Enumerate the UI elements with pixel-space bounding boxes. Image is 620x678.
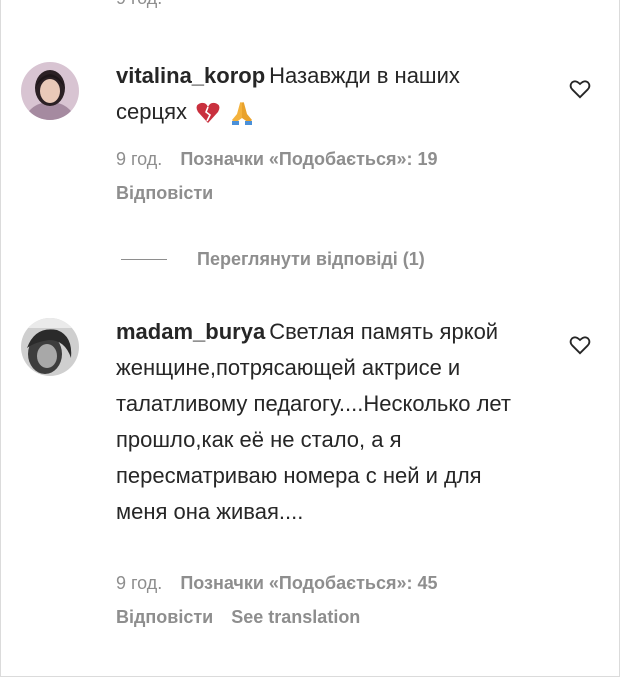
broken-heart-icon: [196, 103, 220, 124]
comment-username[interactable]: madam_burya: [116, 319, 265, 344]
comment-meta: 9 год. Позначки «Подобається»: 45 Відпові…: [116, 566, 546, 634]
avatar-image: [21, 318, 79, 376]
previous-comment-time: 9 год.: [116, 0, 162, 9]
comments-panel: 9 год. vitalina_koropНазавжди в наших се…: [0, 0, 620, 677]
view-replies-label: Переглянути відповіді (1): [197, 248, 425, 269]
see-translation-button[interactable]: See translation: [231, 607, 360, 627]
avatar-image: [21, 62, 79, 120]
comment-username[interactable]: vitalina_korop: [116, 63, 265, 88]
comment-time[interactable]: 9 год.: [116, 573, 162, 593]
reply-button[interactable]: Відповісти: [116, 183, 213, 203]
comment-body: vitalina_korop Назавжди в наших серцях: [116, 58, 536, 130]
comment-body: madam_burya Светлая память яркой женщине,…: [116, 314, 536, 530]
comment-text: Светлая память яркой женщине,потрясающей…: [116, 319, 512, 524]
heart-like-icon[interactable]: [569, 79, 591, 99]
avatar[interactable]: [21, 318, 79, 376]
view-replies-divider: [121, 258, 167, 260]
avatar[interactable]: [21, 62, 79, 120]
heart-like-icon[interactable]: [569, 335, 591, 355]
comment-likes[interactable]: Позначки «Подобається»: 45: [180, 573, 437, 593]
view-replies-button[interactable]: Переглянути відповіді (1): [121, 245, 425, 273]
folded-hands-icon: [232, 102, 253, 126]
comment-meta: 9 год. Позначки «Подобається»: 19 Відпові…: [116, 142, 546, 210]
comment-likes[interactable]: Позначки «Подобається»: 19: [180, 149, 437, 169]
comment-time[interactable]: 9 год.: [116, 149, 162, 169]
reply-button[interactable]: Відповісти: [116, 607, 213, 627]
